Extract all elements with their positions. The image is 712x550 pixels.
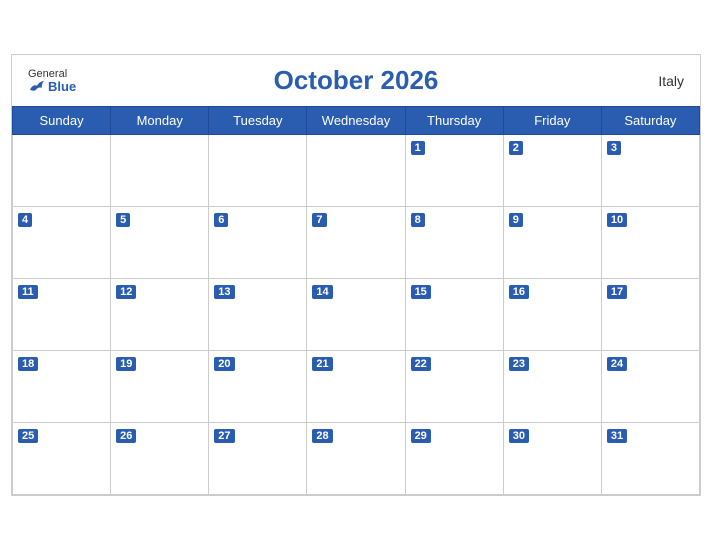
day-number: 16 xyxy=(509,285,529,299)
calendar-cell: 1 xyxy=(405,135,503,207)
day-number: 17 xyxy=(607,285,627,299)
day-number: 4 xyxy=(18,213,32,227)
calendar-cell: 11 xyxy=(13,279,111,351)
calendar-cell xyxy=(209,135,307,207)
day-number: 14 xyxy=(312,285,332,299)
calendar-cell: 25 xyxy=(13,423,111,495)
day-number: 13 xyxy=(214,285,234,299)
calendar-header: General Blue October 2026 Italy xyxy=(12,55,700,106)
header-monday: Monday xyxy=(111,107,209,135)
logo: General Blue xyxy=(28,67,76,93)
week-row-5: 25 26 27 28 29 30 31 xyxy=(13,423,700,495)
calendar-cell: 7 xyxy=(307,207,405,279)
weekday-header-row: Sunday Monday Tuesday Wednesday Thursday… xyxy=(13,107,700,135)
day-number: 31 xyxy=(607,429,627,443)
day-number: 9 xyxy=(509,213,523,227)
day-number: 18 xyxy=(18,357,38,371)
calendar-cell: 2 xyxy=(503,135,601,207)
calendar-cell: 16 xyxy=(503,279,601,351)
calendar-cell: 20 xyxy=(209,351,307,423)
country-label: Italy xyxy=(658,73,684,89)
calendar-cell: 3 xyxy=(601,135,699,207)
calendar-cell: 8 xyxy=(405,207,503,279)
calendar-grid: Sunday Monday Tuesday Wednesday Thursday… xyxy=(12,106,700,495)
day-number: 29 xyxy=(411,429,431,443)
calendar-cell: 10 xyxy=(601,207,699,279)
calendar-cell: 27 xyxy=(209,423,307,495)
day-number: 28 xyxy=(312,429,332,443)
calendar-cell xyxy=(111,135,209,207)
day-number: 19 xyxy=(116,357,136,371)
calendar-cell: 18 xyxy=(13,351,111,423)
week-row-4: 18 19 20 21 22 23 24 xyxy=(13,351,700,423)
header-sunday: Sunday xyxy=(13,107,111,135)
week-row-2: 4 5 6 7 8 9 10 xyxy=(13,207,700,279)
calendar-container: General Blue October 2026 Italy Sunday M… xyxy=(11,54,701,496)
day-number: 2 xyxy=(509,141,523,155)
day-number: 11 xyxy=(18,285,38,299)
calendar-cell: 31 xyxy=(601,423,699,495)
calendar-cell: 15 xyxy=(405,279,503,351)
day-number: 22 xyxy=(411,357,431,371)
calendar-cell: 9 xyxy=(503,207,601,279)
calendar-cell: 5 xyxy=(111,207,209,279)
day-number: 25 xyxy=(18,429,38,443)
day-number: 7 xyxy=(312,213,326,227)
day-number: 12 xyxy=(116,285,136,299)
week-row-1: 1 2 3 xyxy=(13,135,700,207)
calendar-cell: 13 xyxy=(209,279,307,351)
calendar-cell xyxy=(307,135,405,207)
day-number: 20 xyxy=(214,357,234,371)
calendar-cell: 21 xyxy=(307,351,405,423)
calendar-cell: 28 xyxy=(307,423,405,495)
calendar-cell: 30 xyxy=(503,423,601,495)
calendar-cell: 12 xyxy=(111,279,209,351)
calendar-cell: 4 xyxy=(13,207,111,279)
calendar-cell: 17 xyxy=(601,279,699,351)
calendar-cell: 22 xyxy=(405,351,503,423)
calendar-cell: 14 xyxy=(307,279,405,351)
logo-blue-text: Blue xyxy=(28,79,76,93)
header-saturday: Saturday xyxy=(601,107,699,135)
calendar-cell: 24 xyxy=(601,351,699,423)
day-number: 10 xyxy=(607,213,627,227)
day-number: 3 xyxy=(607,141,621,155)
day-number: 8 xyxy=(411,213,425,227)
calendar-cell: 19 xyxy=(111,351,209,423)
day-number: 1 xyxy=(411,141,425,155)
calendar-cell: 26 xyxy=(111,423,209,495)
day-number: 23 xyxy=(509,357,529,371)
day-number: 24 xyxy=(607,357,627,371)
day-number: 27 xyxy=(214,429,234,443)
day-number: 6 xyxy=(214,213,228,227)
logo-bird-icon xyxy=(28,80,46,94)
calendar-title: October 2026 xyxy=(274,65,439,96)
day-number: 21 xyxy=(312,357,332,371)
calendar-cell xyxy=(13,135,111,207)
header-thursday: Thursday xyxy=(405,107,503,135)
day-number: 5 xyxy=(116,213,130,227)
day-number: 30 xyxy=(509,429,529,443)
week-row-3: 11 12 13 14 15 16 17 xyxy=(13,279,700,351)
day-number: 15 xyxy=(411,285,431,299)
calendar-cell: 23 xyxy=(503,351,601,423)
header-wednesday: Wednesday xyxy=(307,107,405,135)
day-number: 26 xyxy=(116,429,136,443)
header-tuesday: Tuesday xyxy=(209,107,307,135)
calendar-cell: 6 xyxy=(209,207,307,279)
calendar-cell: 29 xyxy=(405,423,503,495)
header-friday: Friday xyxy=(503,107,601,135)
